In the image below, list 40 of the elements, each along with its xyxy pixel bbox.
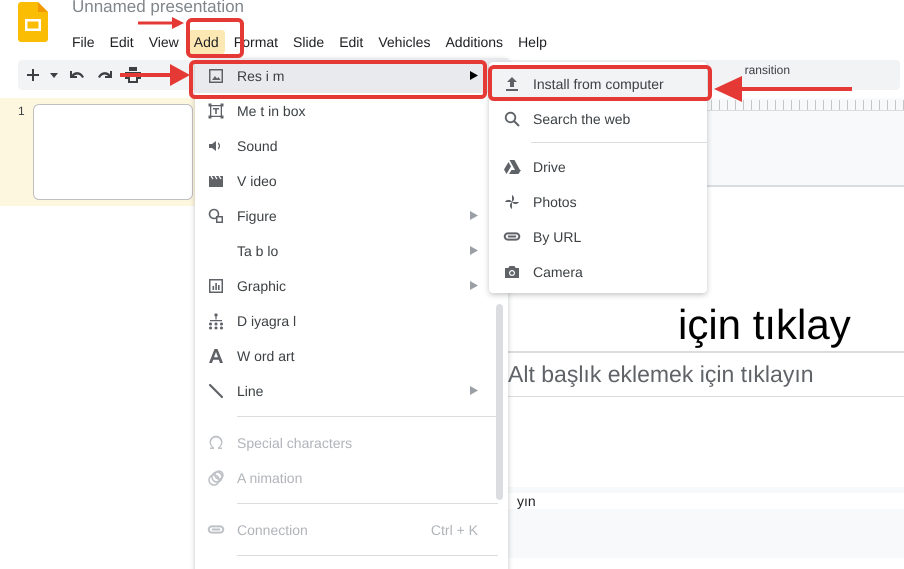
slide-thumbnail[interactable] <box>32 104 193 200</box>
word-art-icon <box>207 346 225 364</box>
pinwheel-icon <box>503 192 521 210</box>
annotation-arrow <box>120 62 190 88</box>
text-box-icon <box>207 102 225 120</box>
slide-subtitle-placeholder[interactable]: Alt başlık eklemek için tıklayın <box>508 353 904 397</box>
link-icon <box>207 525 225 534</box>
menu-item[interactable]: Line <box>195 373 508 408</box>
scrollbar[interactable] <box>496 304 503 500</box>
menu-bar-item[interactable]: Edit <box>333 30 370 54</box>
caret-icon[interactable] <box>50 72 58 78</box>
menu-bar-item[interactable]: Additions <box>439 30 510 54</box>
shapes-icon <box>207 206 225 224</box>
triangle-icon <box>503 158 521 176</box>
transition-button[interactable]: ransition <box>744 60 790 77</box>
plus-icon[interactable] <box>26 68 40 82</box>
menu-item[interactable]: D iyagra l <box>195 303 508 338</box>
shortcut-text: Ctrl + K <box>430 522 478 538</box>
diagram-icon <box>207 312 225 330</box>
animation-icon <box>207 468 225 486</box>
menu-bar-item[interactable]: Edit <box>104 30 140 54</box>
line-icon <box>207 382 225 400</box>
upload-icon <box>503 74 521 92</box>
omega-icon <box>207 434 225 452</box>
menu-bar-item[interactable]: Help <box>512 30 553 54</box>
menu-bar-item[interactable]: View <box>142 30 185 54</box>
search-icon <box>503 110 521 128</box>
annotation-arrow <box>138 17 184 29</box>
bar-chart-icon <box>207 276 225 294</box>
image-icon <box>207 66 225 84</box>
menu-bar-item[interactable]: Vehicles <box>372 30 436 54</box>
link-icon <box>503 232 521 241</box>
document-title[interactable]: Unnamed presentation <box>72 0 553 16</box>
menu-item[interactable]: W ord art <box>195 338 508 373</box>
undo-icon[interactable] <box>68 69 86 81</box>
redo-icon[interactable] <box>96 69 114 81</box>
menu-bar-item[interactable]: File <box>66 30 101 54</box>
menu-bar-item[interactable]: Add <box>188 30 225 54</box>
menu-bar-item[interactable]: Slide <box>287 30 330 54</box>
slide-number: 1 <box>18 104 25 120</box>
